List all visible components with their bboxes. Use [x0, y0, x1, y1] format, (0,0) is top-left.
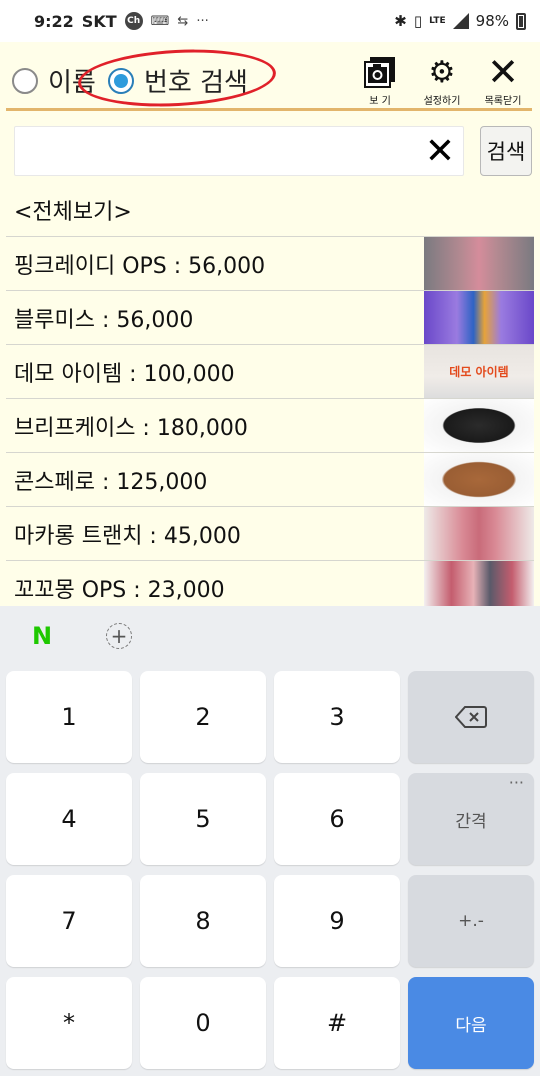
- bluetooth-icon: ✱: [394, 12, 407, 30]
- product-thumbnail: [424, 507, 534, 560]
- list-item-label: 콘스페로 : 125,000: [14, 469, 208, 495]
- list-item-label: 핑크레이디 OPS : 56,000: [14, 253, 266, 279]
- list-item-label: 꼬꼬몽 OPS : 23,000: [14, 577, 225, 603]
- camera-icon: [363, 52, 397, 92]
- product-thumbnail: [424, 453, 534, 506]
- key-hash[interactable]: #: [274, 977, 400, 1069]
- vibrate-icon: ▯: [413, 12, 423, 30]
- key-0[interactable]: 0: [140, 977, 266, 1069]
- key-6[interactable]: 6: [274, 773, 400, 865]
- product-thumbnail: [424, 237, 534, 290]
- settings-label: 설정하기: [423, 96, 461, 107]
- list-item[interactable]: 브리프케이스 : 180,000: [6, 398, 534, 452]
- status-bar: 9:22 SKT Ch ⌨ ⇆ ··· ✱ ▯ LTE 98%: [0, 0, 540, 42]
- key-8[interactable]: 8: [140, 875, 266, 967]
- thumbnail-caption: 데모 아이템: [449, 365, 509, 379]
- status-carrier: SKT: [81, 11, 117, 31]
- sign-key[interactable]: +.-: [408, 875, 534, 967]
- search-row: ✕ 검색: [0, 126, 540, 178]
- key-4[interactable]: 4: [6, 773, 132, 865]
- all-view-link[interactable]: <전체보기>: [14, 194, 132, 226]
- more-notifications-icon: ···: [196, 13, 209, 29]
- keyboard-toolbar: N +: [0, 606, 540, 664]
- lte-icon: LTE: [429, 16, 446, 26]
- numeric-keypad: 1 2 3 4 5 6 ··· 간격 7 8 9 +.- * 0 # 다음: [0, 664, 540, 1076]
- list-item-label: 마카롱 트랜치 : 45,000: [14, 523, 241, 549]
- signal-icon: [452, 13, 469, 29]
- list-item[interactable]: 마카롱 트랜치 : 45,000: [6, 506, 534, 560]
- search-button[interactable]: 검색: [480, 126, 532, 176]
- settings-button[interactable]: ⚙ 설정하기: [412, 52, 472, 108]
- backspace-key[interactable]: [408, 671, 534, 763]
- view-label: 보 기: [369, 96, 391, 107]
- next-key[interactable]: 다음: [408, 977, 534, 1069]
- battery-percent: 98%: [475, 12, 509, 30]
- list-item-label: 데모 아이템 : 100,000: [14, 361, 235, 387]
- search-input[interactable]: [15, 127, 415, 175]
- list-item[interactable]: 데모 아이템 : 100,000 데모 아이템: [6, 344, 534, 398]
- product-thumbnail: [424, 399, 534, 452]
- close-list-button[interactable]: ✕ 목록닫기: [473, 50, 533, 108]
- key-star[interactable]: *: [6, 977, 132, 1069]
- usb-icon: ⇆: [177, 13, 189, 29]
- list-item-label: 블루미스 : 56,000: [14, 307, 194, 333]
- close-list-label: 목록닫기: [484, 96, 522, 107]
- list-item[interactable]: 꼬꼬몽 OPS : 23,000: [6, 560, 534, 606]
- key-1[interactable]: 1: [6, 671, 132, 763]
- product-thumbnail: 데모 아이템: [424, 345, 534, 398]
- gear-icon: ⚙: [428, 54, 456, 90]
- clear-icon[interactable]: ✕: [421, 131, 459, 172]
- search-box: ✕: [14, 126, 464, 176]
- add-icon[interactable]: +: [106, 623, 132, 649]
- list-item[interactable]: 핑크레이디 OPS : 56,000: [6, 236, 534, 290]
- list-item[interactable]: 블루미스 : 56,000: [6, 290, 534, 344]
- more-dots-icon: ···: [508, 773, 524, 792]
- space-key[interactable]: ··· 간격: [408, 773, 534, 865]
- product-list: 핑크레이디 OPS : 56,000 블루미스 : 56,000 데모 아이템 …: [6, 236, 534, 606]
- close-icon: ✕: [487, 50, 519, 94]
- backspace-icon: [455, 706, 487, 728]
- key-2[interactable]: 2: [140, 671, 266, 763]
- product-thumbnail: [424, 291, 534, 344]
- key-5[interactable]: 5: [140, 773, 266, 865]
- product-search-screen: 이름 번호 검색 보 기 ⚙ 설정하기 ✕ 목록닫기 ✕ 검색 <전체보기> 핑…: [0, 42, 540, 606]
- battery-icon: [516, 12, 526, 30]
- chat-badge-icon: Ch: [124, 12, 143, 30]
- top-bar: 이름 번호 검색 보 기 ⚙ 설정하기 ✕ 목록닫기: [0, 42, 540, 112]
- status-time: 9:22: [34, 11, 74, 31]
- view-button[interactable]: 보 기: [350, 52, 410, 108]
- product-thumbnail: [424, 561, 534, 606]
- key-7[interactable]: 7: [6, 875, 132, 967]
- highlight-annotation: [76, 44, 278, 112]
- radio-unchecked-icon: [12, 67, 38, 94]
- list-item-label: 브리프케이스 : 180,000: [14, 415, 248, 441]
- space-key-label: 간격: [455, 811, 487, 832]
- naver-logo-icon[interactable]: N: [32, 622, 52, 650]
- key-9[interactable]: 9: [274, 875, 400, 967]
- header-divider: [6, 108, 532, 111]
- keyboard-icon: ⌨: [150, 13, 170, 29]
- key-3[interactable]: 3: [274, 671, 400, 763]
- list-item[interactable]: 콘스페로 : 125,000: [6, 452, 534, 506]
